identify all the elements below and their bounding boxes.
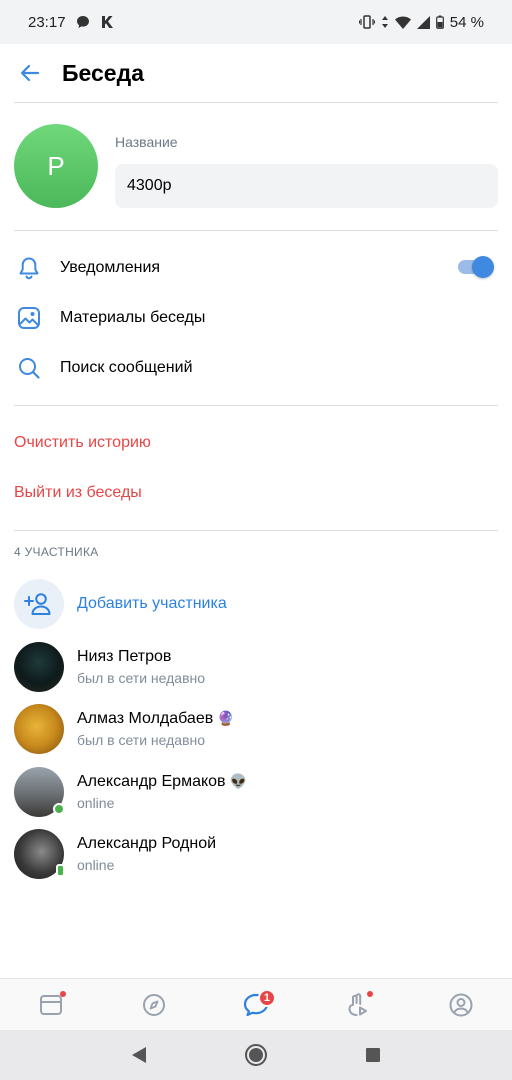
status-time: 23:17 (28, 13, 66, 31)
profile-icon (449, 993, 473, 1016)
tab-profile[interactable] (441, 985, 481, 1025)
chat-bubble-icon (76, 15, 90, 29)
vibrate-icon (358, 15, 375, 29)
wifi-icon (394, 16, 411, 29)
chat-avatar[interactable]: Р (14, 124, 98, 208)
notifications-label: Уведомления (60, 259, 161, 276)
notification-dot (367, 990, 374, 997)
add-member-label: Добавить участника (77, 595, 227, 612)
search-messages-label: Поиск сообщений (60, 359, 193, 376)
member-row[interactable]: Нияз Петров был в сети недавно (0, 636, 512, 698)
divider (14, 102, 498, 103)
status-bar: 23:17 54 % (0, 0, 512, 44)
clear-history-button[interactable]: Очистить историю (14, 434, 151, 452)
member-status: online (77, 857, 115, 873)
member-name: Александр Ермаков (77, 773, 226, 790)
divider (14, 405, 498, 406)
member-status: online (77, 795, 115, 811)
messages-badge: 1 (257, 988, 276, 1007)
arrow-left-icon[interactable] (14, 57, 46, 89)
chat-media-row[interactable]: Материалы беседы (0, 293, 512, 343)
tab-discover[interactable] (134, 985, 174, 1025)
tab-news[interactable] (31, 985, 71, 1025)
member-status: был в сети недавно (77, 732, 206, 748)
alien-emoji: 👽 (229, 773, 247, 789)
page-title: Беседа (62, 59, 144, 86)
data-arrows-icon (381, 15, 389, 29)
crystal-ball-emoji: 🔮 (217, 710, 235, 726)
notifications-toggle[interactable] (458, 255, 494, 279)
compass-icon (142, 993, 165, 1016)
member-name: Нияз Петров (77, 648, 172, 665)
divider (14, 230, 498, 231)
bottom-tab-bar: 1 (0, 978, 512, 1030)
search-messages-row[interactable]: Поиск сообщений (0, 343, 512, 393)
add-member-row[interactable]: Добавить участника (0, 573, 512, 635)
app-header: Беседа (0, 44, 512, 102)
avatar (14, 767, 65, 817)
divider (14, 530, 498, 531)
signal-icon (416, 15, 430, 29)
add-user-icon (14, 579, 64, 629)
chat-media-label: Материалы беседы (60, 309, 206, 326)
member-row[interactable]: Александр Родной online (0, 823, 512, 885)
avatar (14, 642, 64, 692)
members-section-title: 4 УЧАСТНИКА (14, 545, 99, 559)
nav-back-icon[interactable] (124, 1040, 154, 1070)
member-name: Алмаз Молдабаев (77, 710, 214, 727)
member-row[interactable]: Александр Ермаков 👽 online (0, 761, 512, 823)
member-status: был в сети недавно (77, 670, 206, 686)
nav-recents-icon[interactable] (358, 1040, 388, 1070)
chat-name-field[interactable]: 4300р (115, 164, 498, 208)
online-mobile-indicator (56, 864, 65, 877)
image-icon (14, 303, 44, 333)
battery-icon (435, 15, 444, 29)
notification-dot (60, 990, 67, 997)
avatar (14, 704, 64, 754)
bell-icon (14, 253, 44, 283)
toggle-thumb (472, 256, 494, 278)
notifications-row[interactable]: Уведомления (0, 243, 512, 293)
name-label: Название (115, 134, 178, 150)
avatar (14, 829, 65, 879)
k-icon (100, 15, 114, 29)
tab-clips[interactable] (338, 985, 378, 1025)
system-nav-bar (0, 1030, 512, 1080)
search-icon (14, 353, 44, 383)
online-indicator (53, 803, 65, 815)
battery-percent: 54 % (449, 13, 484, 31)
leave-chat-button[interactable]: Выйти из беседы (14, 484, 142, 502)
member-row[interactable]: Алмаз Молдабаев 🔮 был в сети недавно (0, 698, 512, 760)
nav-home-icon[interactable] (241, 1040, 271, 1070)
member-name: Александр Родной (77, 835, 217, 852)
tab-messages[interactable]: 1 (236, 985, 276, 1025)
